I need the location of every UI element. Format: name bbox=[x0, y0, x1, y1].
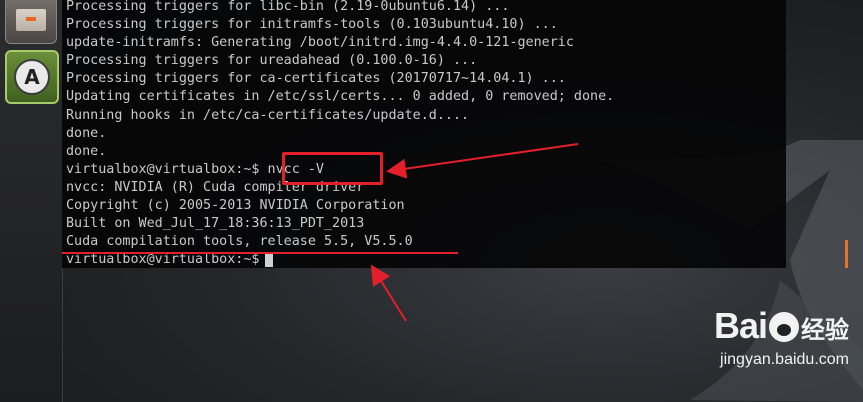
terminal-line: Updating certificates in /etc/ssl/certs.… bbox=[66, 89, 615, 105]
drawer-handle bbox=[26, 17, 36, 21]
cuda-version-line: Cuda compilation tools, release 5.5, V5.… bbox=[66, 234, 413, 250]
terminal-line: update-initramfs: Generating /boot/initr… bbox=[66, 35, 574, 51]
unity-launcher: A bbox=[0, 0, 63, 402]
terminal-line: Built on Wed_Jul_17_18:36:13_PDT_2013 bbox=[66, 216, 365, 232]
terminal-line: Processing triggers for ca-certificates … bbox=[66, 71, 566, 87]
software-updater-launcher-button[interactable]: A bbox=[5, 50, 59, 104]
baidu-paw-icon bbox=[769, 312, 799, 342]
terminal-line: Copyright (c) 2005-2013 NVIDIA Corporati… bbox=[66, 198, 405, 214]
terminal-window[interactable]: Processing triggers for libc-bin (2.19-0… bbox=[62, 0, 848, 269]
terminal-scrollbar[interactable] bbox=[845, 240, 848, 268]
terminal-prompt: virtualbox@virtualbox:~$ bbox=[66, 252, 260, 268]
terminal-line: done. bbox=[66, 143, 107, 159]
watermark-brand: Bai bbox=[713, 305, 768, 346]
terminal-line: Processing triggers for initramfs-tools … bbox=[66, 17, 558, 33]
terminal-output: Processing triggers for libc-bin (2.19-0… bbox=[66, 0, 614, 269]
watermark-jingyan: 经验 bbox=[801, 316, 849, 344]
terminal-line: done. bbox=[66, 125, 107, 141]
terminal-line: Running hooks in /etc/ca-certificates/up… bbox=[66, 107, 470, 123]
files-launcher-button[interactable] bbox=[5, 0, 57, 44]
terminal-line: Processing triggers for libc-bin (2.19-0… bbox=[66, 0, 510, 14]
terminal-cursor bbox=[265, 251, 274, 267]
updater-icon-letter: A bbox=[24, 65, 40, 89]
terminal-prompt-line[interactable]: virtualbox@virtualbox:~$ bbox=[66, 251, 614, 269]
terminal-line: nvcc: NVIDIA (R) Cuda compiler driver bbox=[66, 179, 365, 195]
terminal-command-line: virtualbox@virtualbox:~$ nvcc -V bbox=[66, 161, 324, 177]
watermark-url: jingyan.baidu.com bbox=[720, 351, 849, 368]
terminal-line: Processing triggers for ureadahead (0.10… bbox=[66, 53, 478, 69]
baidu-jingyan-watermark: Bai 经验 jingyan.baidu.com bbox=[714, 305, 849, 369]
